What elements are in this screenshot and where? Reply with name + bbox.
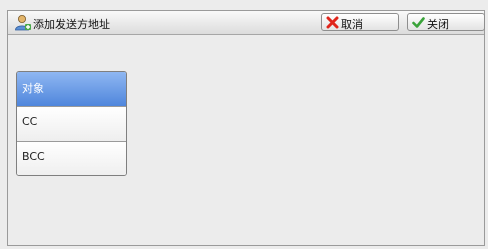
user-add-icon <box>14 14 32 32</box>
list-item-bcc[interactable]: BCC <box>17 142 126 175</box>
red-x-icon <box>326 16 339 29</box>
cancel-button[interactable]: 取消 <box>321 13 399 31</box>
close-button[interactable]: 关闭 <box>407 13 485 31</box>
recipient-type-list: 对象 CC BCC <box>16 71 127 176</box>
list-item-label: BCC <box>22 150 45 163</box>
list-item-label: CC <box>22 115 38 128</box>
dialog-title: 添加发送方地址 <box>33 18 110 31</box>
dialog-window: 添加发送方地址 取消 关闭 对象 CC BCC <box>0 0 488 249</box>
green-check-icon <box>412 16 425 29</box>
close-button-label: 关闭 <box>427 18 449 31</box>
dialog-frame: 添加发送方地址 取消 关闭 对象 CC BCC <box>7 10 485 246</box>
list-item-cc[interactable]: CC <box>17 107 126 142</box>
list-item-label: 对象 <box>22 82 44 95</box>
list-item-to[interactable]: 对象 <box>17 72 126 107</box>
cancel-button-label: 取消 <box>341 18 363 31</box>
dialog-header: 添加发送方地址 取消 关闭 <box>8 11 485 35</box>
